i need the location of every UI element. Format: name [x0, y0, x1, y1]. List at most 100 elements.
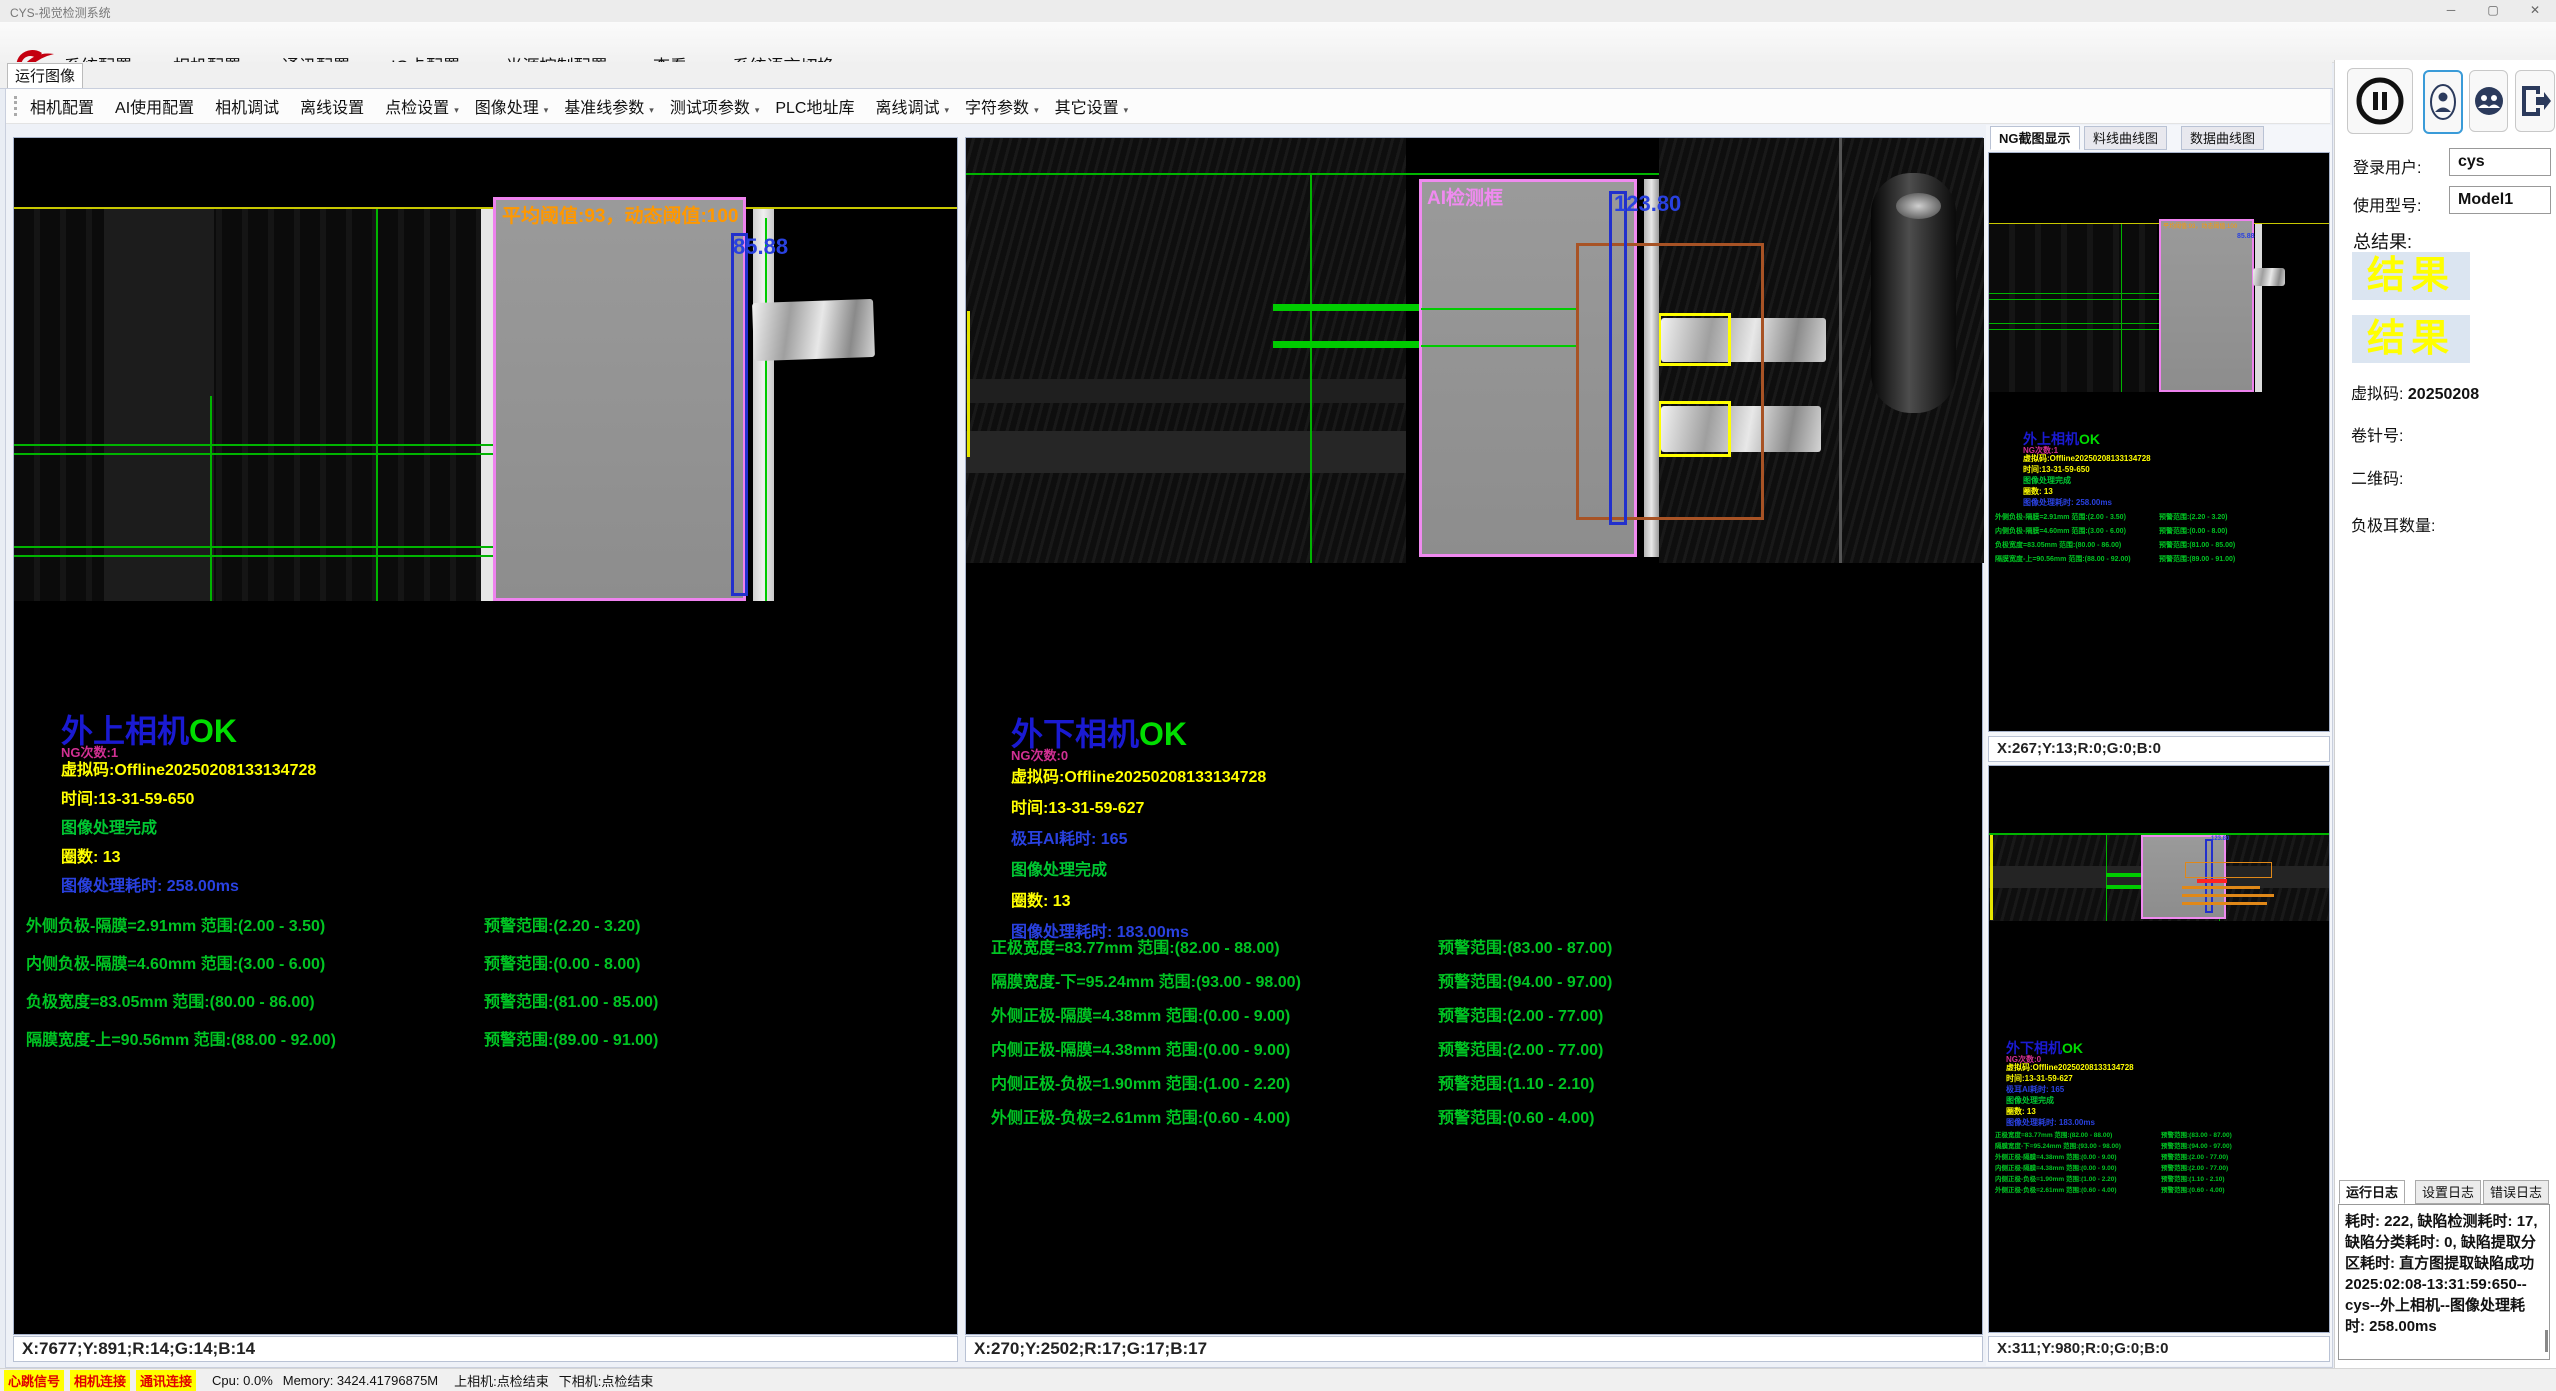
- toolbar-button[interactable]: 相机调试: [215, 94, 284, 118]
- tab-run-image[interactable]: 运行图像: [7, 63, 83, 90]
- camera-info-line: 图像处理完成: [1011, 855, 1266, 886]
- toolbar-button[interactable]: PLC地址库: [775, 94, 859, 118]
- ok-status-label: OK: [1139, 716, 1187, 752]
- maximize-icon[interactable]: ▢: [2472, 0, 2514, 22]
- measurement-row: 隔膜宽度-上=90.56mm 范围:(88.00 - 92.00) 预警范围:(…: [14, 1022, 957, 1060]
- tab-label: 运行日志: [2346, 1185, 2398, 1200]
- machine-highlight: [1896, 193, 1941, 219]
- measurement-warning: 预警范围:(83.00 - 87.00): [2161, 1130, 2232, 1141]
- left-camera-view[interactable]: 平均阈值:93，动态阈值:100 85.88 外上相机OK NG次数:1 虚拟码…: [13, 137, 958, 1335]
- status-indicator-badge: 心跳信号: [4, 1370, 64, 1391]
- measurement-warning: 预警范围:(1.10 - 2.10): [2161, 1174, 2225, 1185]
- blue-measure-bracket: [1609, 191, 1627, 525]
- measurement-name: 内侧正极-隔膜=4.38mm 范围:(0.00 - 9.00): [991, 1034, 1290, 1068]
- total-result-box-2: 结果: [2352, 315, 2470, 363]
- toolbar-button-label: PLC地址库: [775, 100, 854, 117]
- tab-ng-screenshot[interactable]: NG截图显示: [1990, 126, 2080, 150]
- log-text-area[interactable]: 耗时: 222, 缺陷检测耗时: 17, 缺陷分类耗时: 0, 缺陷提取分区耗时…: [2338, 1204, 2550, 1360]
- measurement-name: 外侧负极-隔膜=2.91mm 范围:(2.00 - 3.50): [1995, 511, 2126, 525]
- toolbar-button[interactable]: 基准线参数▾: [564, 94, 654, 118]
- toolbar-button-label: 字符参数: [965, 100, 1029, 117]
- ng-thumbnail-lower-camera[interactable]: 123.80 外下相机OK NG次数:0 虚拟码:Offline20250208…: [1988, 765, 2330, 1333]
- ng-thumbnail-upper-camera[interactable]: 平均阈值:93，动态阈值:100 85.88 外上相机OK NG次数:1 虚拟码…: [1988, 152, 2330, 732]
- brown-roi-box: [1576, 243, 1764, 520]
- camera-info-line: 圈数: 13: [61, 843, 316, 872]
- toolbar-button[interactable]: 图像处理▾: [475, 94, 549, 118]
- camera-info-line: 图像处理耗时: 183.00ms: [2006, 1117, 2134, 1128]
- toolbar-button[interactable]: 测试项参数▾: [670, 94, 760, 118]
- toolbar-button[interactable]: 相机配置: [30, 94, 99, 118]
- camera-info-line: 时间:13-31-59-627: [1011, 793, 1266, 824]
- measurement-warning: 预警范围:(89.00 - 91.00): [2159, 553, 2235, 567]
- users-group-button[interactable]: [2469, 70, 2508, 132]
- green-guide-vline-short: [210, 396, 212, 601]
- camera-info-line: 圈数: 13: [1011, 886, 1266, 917]
- measurement-name: 内侧正极-负极=1.90mm 范围:(1.00 - 2.20): [1995, 1174, 2117, 1185]
- tab-run-log[interactable]: 运行日志: [2339, 1180, 2405, 1204]
- right-camera-view[interactable]: AI检测框 123.80 外下相机OK NG次数:0 虚拟码:Offline20…: [965, 137, 1983, 1335]
- measurement-warning: 预警范围:(83.00 - 87.00): [1438, 932, 1612, 966]
- toolbar-button-label: 离线设置: [300, 100, 364, 117]
- tab-line-curve[interactable]: 料线曲线图: [2084, 126, 2167, 150]
- logout-button[interactable]: [2515, 70, 2555, 132]
- measurement-name: 隔膜宽度-下=95.24mm 范围:(93.00 - 98.00): [991, 966, 1301, 1000]
- toolbar-button[interactable]: 字符参数 ▾: [965, 94, 1039, 118]
- camera-info-line: 极耳AI耗时: 165: [2006, 1084, 2134, 1095]
- minimize-icon[interactable]: ─: [2430, 0, 2472, 22]
- cpu-usage-label: Cpu: 0.0%: [212, 1373, 273, 1388]
- measurement-name: 外侧负极-隔膜=2.91mm 范围:(2.00 - 3.50): [26, 908, 325, 946]
- user-button[interactable]: [2423, 70, 2463, 134]
- conveyor-texture-left: [966, 138, 1406, 563]
- toolbar-button[interactable]: 点检设置▾: [385, 94, 459, 118]
- camera-info-line: 图像处理耗时: 258.00ms: [2023, 497, 2151, 508]
- toolbar-button[interactable]: 其它设置▾: [1055, 94, 1129, 118]
- toolbar-button-label: 离线调试: [876, 100, 940, 117]
- toolbar: 相机配置 AI使用配置 相机调试 离线设置 点检设置▾ 图像处理▾ 基准线参数▾…: [6, 89, 2330, 124]
- green-guide-vline: [2121, 224, 2122, 392]
- camera-info-line: 圈数: 13: [2006, 1106, 2134, 1117]
- bright-edge-strip: [481, 209, 493, 601]
- measurement-row: 外侧正极-负极=2.61mm 范围:(0.60 - 4.00) 预警范围:(0.…: [966, 1102, 1982, 1136]
- metal-tab-blob: [752, 299, 875, 361]
- green-edge-vline: [765, 218, 767, 601]
- toolbar-grip-handle[interactable]: [14, 96, 20, 116]
- model-label: 使用型号:: [2353, 192, 2421, 216]
- toolbar-button-label: 其它设置: [1055, 100, 1119, 117]
- toolbar-button[interactable]: 离线设置: [300, 94, 369, 118]
- tab-settings-log[interactable]: 设置日志: [2415, 1180, 2481, 1204]
- login-user-field[interactable]: cys: [2449, 148, 2551, 176]
- toolbar-button-label: AI使用配置: [115, 100, 194, 117]
- measurement-warning: 预警范围:(0.60 - 4.00): [1438, 1102, 1595, 1136]
- measurement-warning: 预警范围:(1.10 - 2.10): [1438, 1068, 1595, 1102]
- status-bar: 心跳信号相机连接通讯连接 Cpu: 0.0% Memory: 3424.4179…: [0, 1368, 2556, 1391]
- bright-edge-strip: [2255, 224, 2262, 392]
- mini-measurement-list: 正极宽度=83.77mm 范围:(82.00 - 88.00) 预警范围:(83…: [1989, 1130, 2329, 1196]
- toolbar-button[interactable]: 离线调试▾: [876, 94, 950, 118]
- chevron-down-icon: ▾: [649, 105, 654, 115]
- close-icon[interactable]: ✕: [2514, 0, 2556, 22]
- tab-error-log[interactable]: 错误日志: [2483, 1180, 2549, 1204]
- toolbar-button[interactable]: AI使用配置: [115, 94, 199, 118]
- measurement-name: 隔膜宽度-上=90.56mm 范围:(88.00 - 92.00): [26, 1022, 336, 1060]
- pause-button[interactable]: [2347, 68, 2413, 134]
- measurement-warning: 预警范围:(2.00 - 77.00): [1438, 1034, 1603, 1068]
- chevron-down-icon: ▾: [1034, 105, 1039, 115]
- model-field[interactable]: Model1: [2449, 186, 2551, 214]
- measurement-row: 外侧正极-隔膜=4.38mm 范围:(0.00 - 9.00) 预警范围:(2.…: [966, 1000, 1982, 1034]
- window-title: CYS-视觉检测系统: [10, 4, 111, 21]
- tab-label: 数据曲线图: [2190, 131, 2255, 146]
- sidebar-coordinate-bar-2: X:311;Y:980;R:0;G:0;B:0: [1988, 1336, 2330, 1362]
- mini-info-lines: 虚拟码:Offline20250208133134728时间:13-31-59-…: [2023, 453, 2151, 508]
- green-measure-hline: [1989, 323, 2159, 324]
- measurement-list: 外侧负极-隔膜=2.91mm 范围:(2.00 - 3.50) 预警范围:(2.…: [14, 908, 957, 1060]
- tab-row: [0, 62, 2332, 89]
- conveyor-band: [966, 431, 1406, 473]
- green-guide-vline: [376, 209, 378, 601]
- memory-usage-label: Memory: 3424.41796875M: [283, 1373, 438, 1388]
- camera-info-line: 虚拟码:Offline20250208133134728: [1011, 762, 1266, 793]
- log-scrollbar-thumb[interactable]: [2545, 1330, 2548, 1352]
- mini-red-mark: [2197, 879, 2227, 883]
- measurement-name: 内侧负极-隔膜=4.60mm 范围:(3.00 - 6.00): [1995, 525, 2126, 539]
- tab-data-curve[interactable]: 数据曲线图: [2181, 126, 2264, 150]
- measurement-row: 内侧负极-隔膜=4.60mm 范围:(3.00 - 6.00) 预警范围:(0.…: [14, 946, 957, 984]
